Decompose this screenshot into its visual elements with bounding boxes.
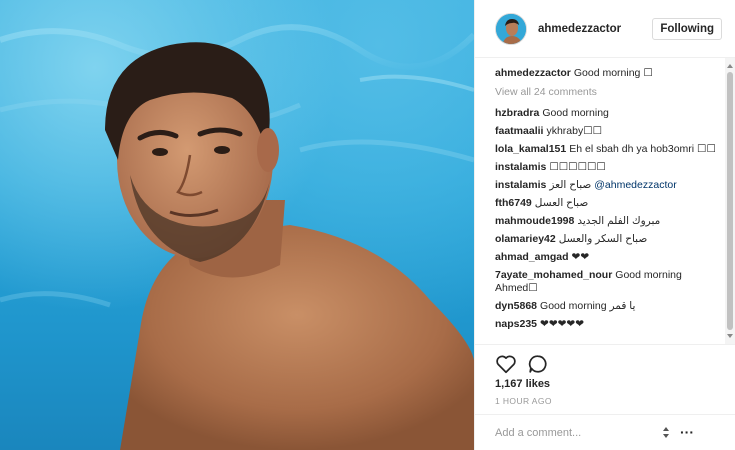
- post-side-panel: ahmedezzactor Following ahmedezzactor Goo…: [474, 0, 735, 450]
- comment-item: hzbradra Good morning: [495, 107, 722, 120]
- comment-item: fth6749 صباح العسل: [495, 197, 722, 210]
- comment-item: instalamis ☐☐☐☐☐☐: [495, 161, 722, 174]
- post-timestamp: 1 HOUR AGO: [495, 396, 552, 406]
- scrollbar-thumb[interactable]: [727, 72, 733, 330]
- comment-text: صباح العز: [549, 179, 592, 191]
- comment-username[interactable]: fth6749: [495, 197, 532, 209]
- add-comment-input[interactable]: [495, 426, 675, 439]
- scroll-up-arrow-icon[interactable]: [727, 64, 733, 68]
- add-comment-bar: ···: [475, 414, 735, 450]
- avatar-image: [496, 13, 526, 44]
- comment-item: instalamis صباح العز @ahmedezzactor: [495, 179, 722, 192]
- post-caption: ahmedezzactor Good morning ☐: [495, 67, 722, 80]
- comment-username[interactable]: mahmoude1998: [495, 215, 574, 227]
- comment-text: Good morning: [542, 107, 609, 119]
- comment-text: Eh el sbah dh ya hob3omri ☐☐: [569, 143, 716, 155]
- comment-username[interactable]: lola_kamal151: [495, 143, 566, 155]
- comment-text: صباح السكر والعسل: [558, 233, 648, 245]
- comment-item: lola_kamal151 Eh el sbah dh ya hob3omri ☐…: [495, 143, 722, 156]
- comment-username[interactable]: hzbradra: [495, 107, 539, 119]
- post-photo[interactable]: [0, 0, 474, 450]
- comment-item: dyn5868 Good morning يا قمر: [495, 300, 722, 313]
- comment-text: ❤❤❤❤❤: [540, 318, 585, 330]
- resize-stepper[interactable]: [663, 427, 671, 439]
- stepper-down-icon[interactable]: [663, 434, 669, 438]
- post-actions: 1,167 likes 1 HOUR AGO: [475, 344, 735, 414]
- comment-item: mahmoude1998 مبروك الفلم الجديد: [495, 215, 722, 228]
- view-all-comments-link[interactable]: View all 24 comments: [495, 86, 722, 98]
- post-username[interactable]: ahmedezzactor: [538, 23, 621, 35]
- comment-text: ❤❤: [571, 251, 590, 263]
- comment-username[interactable]: olamariey42: [495, 233, 556, 245]
- comment-username[interactable]: instalamis: [495, 161, 546, 173]
- comment-text: ykhraby☐☐: [546, 125, 603, 137]
- scroll-down-arrow-icon[interactable]: [727, 334, 733, 338]
- comment-username[interactable]: faatmaalii: [495, 125, 543, 137]
- comments-scrollbar[interactable]: [725, 58, 735, 344]
- comment-item: ahmad_amgad ❤❤: [495, 251, 722, 264]
- comment-item: 7ayate_mohamed_nour Good morning Ahmed☐: [495, 269, 722, 295]
- comment-username[interactable]: instalamis: [495, 179, 546, 191]
- comment-mention[interactable]: @ahmedezzactor: [594, 179, 676, 191]
- following-button[interactable]: Following: [652, 18, 722, 40]
- caption-username[interactable]: ahmedezzactor: [495, 67, 571, 79]
- caption-text: Good morning ☐: [573, 67, 653, 79]
- post-header: ahmedezzactor Following: [475, 0, 735, 58]
- comment-item: faatmaalii ykhraby☐☐: [495, 125, 722, 138]
- stepper-up-icon[interactable]: [663, 427, 669, 431]
- comment-text: مبروك الفلم الجديد: [577, 215, 661, 227]
- comment-item: olamariey42 صباح السكر والعسل: [495, 233, 722, 246]
- comment-text: صباح العسل: [534, 197, 589, 209]
- ellipsis-icon[interactable]: ···: [680, 425, 694, 439]
- comment-username[interactable]: 7ayate_mohamed_nour: [495, 269, 612, 281]
- comment-username[interactable]: naps235: [495, 318, 537, 330]
- comments-list: ahmedezzactor Good morning ☐ View all 24 …: [475, 58, 735, 344]
- likes-count[interactable]: 1,167 likes: [495, 378, 550, 390]
- heart-outline-icon[interactable]: [495, 353, 517, 375]
- portrait-illustration: [0, 24, 474, 450]
- comment-text: ☐☐☐☐☐☐: [549, 161, 606, 173]
- comment-username[interactable]: ahmad_amgad: [495, 251, 569, 263]
- comment-item: naps235 ❤❤❤❤❤: [495, 318, 722, 331]
- avatar[interactable]: [495, 12, 527, 45]
- comment-username[interactable]: dyn5868: [495, 300, 537, 312]
- speech-bubble-icon[interactable]: [527, 353, 549, 375]
- comment-text: Good morning يا قمر: [540, 300, 636, 312]
- instagram-post: ahmedezzactor Following ahmedezzactor Goo…: [0, 0, 735, 450]
